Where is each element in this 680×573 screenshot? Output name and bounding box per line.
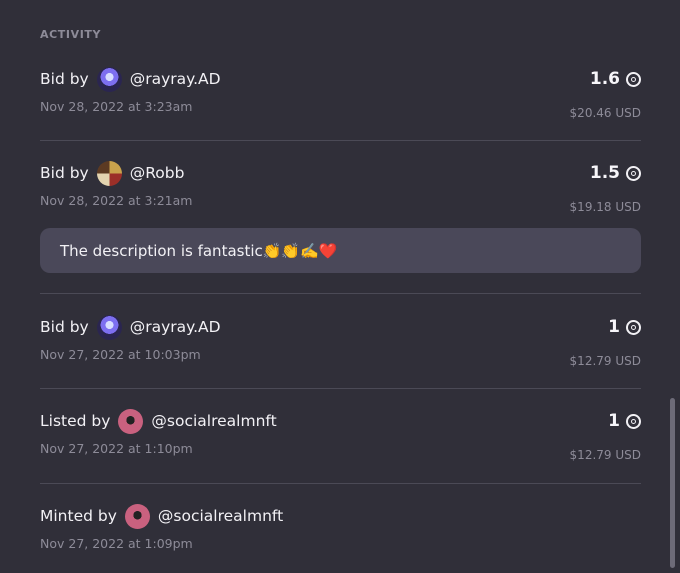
divider (40, 388, 641, 389)
activity-panel: ACTIVITY Bid by @rayray.AD 1.6 Nov 28, 2… (0, 0, 680, 573)
avatar[interactable] (96, 314, 122, 340)
activity-action: Bid by (40, 318, 89, 336)
usd-amount: $12.79 USD (569, 353, 641, 368)
activity-action: Listed by (40, 412, 111, 430)
avatar[interactable] (118, 408, 144, 434)
usd-amount: $20.46 USD (569, 105, 641, 120)
activity-date: Nov 27, 2022 at 10:03pm (40, 347, 201, 362)
usd-amount: $19.18 USD (569, 199, 641, 214)
divider (40, 483, 641, 484)
bid-amount: 1.5 (590, 163, 641, 183)
divider (40, 140, 641, 141)
activity-row: Minted by @socialrealmnft Nov 27, 2022 a… (40, 502, 641, 551)
activity-action: Bid by (40, 70, 89, 88)
avatar[interactable] (96, 160, 122, 186)
tezos-icon (626, 319, 641, 335)
activity-row: Bid by @rayray.AD 1 Nov 27, 2022 at 10:0… (40, 313, 641, 368)
activity-date: Nov 27, 2022 at 1:09pm (40, 536, 193, 551)
section-title: ACTIVITY (40, 28, 102, 41)
tezos-icon (626, 165, 641, 181)
divider (40, 293, 641, 294)
amount-value: 1 (608, 411, 620, 431)
activity-date: Nov 27, 2022 at 1:10pm (40, 441, 193, 456)
listing-amount: 1 (608, 411, 641, 431)
user-handle-link[interactable]: @rayray.AD (130, 318, 221, 336)
user-handle-link[interactable]: @socialrealmnft (158, 507, 283, 525)
avatar[interactable] (124, 503, 150, 529)
user-handle-link[interactable]: @Robb (130, 164, 185, 182)
usd-amount: $12.79 USD (569, 447, 641, 462)
bid-amount: 1 (608, 317, 641, 337)
activity-row: Bid by @Robb 1.5 Nov 28, 2022 at 3:21am … (40, 159, 641, 214)
amount-value: 1.5 (589, 163, 620, 183)
tezos-icon (626, 413, 641, 429)
activity-date: Nov 28, 2022 at 3:23am (40, 99, 193, 114)
activity-row: Bid by @rayray.AD 1.6 Nov 28, 2022 at 3:… (40, 65, 641, 120)
tezos-icon (626, 71, 641, 87)
activity-action: Minted by (40, 507, 117, 525)
avatar[interactable] (96, 66, 122, 92)
user-handle-link[interactable]: @rayray.AD (130, 70, 221, 88)
amount-value: 1 (608, 317, 620, 337)
bid-comment: The description is fantastic👏👏✍️❤️ (40, 228, 641, 273)
user-handle-link[interactable]: @socialrealmnft (151, 412, 276, 430)
activity-action: Bid by (40, 164, 89, 182)
activity-row: Listed by @socialrealmnft 1 Nov 27, 2022… (40, 407, 641, 462)
amount-value: 1.6 (589, 69, 620, 89)
activity-date: Nov 28, 2022 at 3:21am (40, 193, 193, 208)
bid-amount: 1.6 (590, 69, 641, 89)
scrollbar[interactable] (670, 398, 675, 568)
